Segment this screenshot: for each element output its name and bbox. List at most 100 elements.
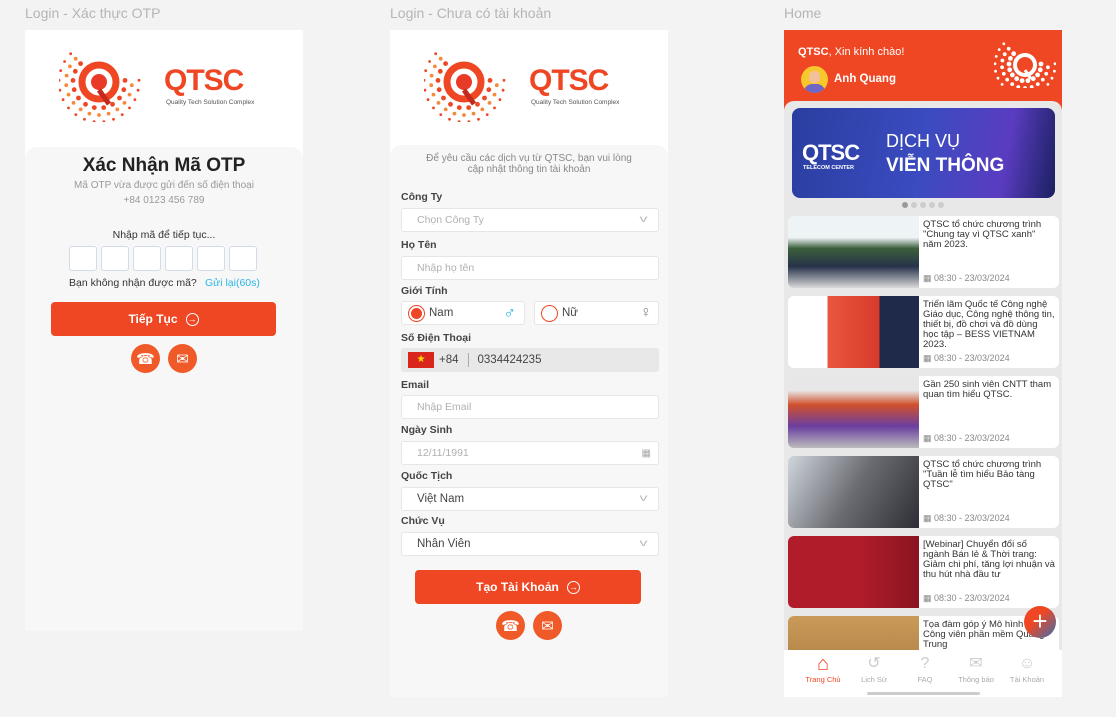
continue-button[interactable]: Tiếp Tục → [51,302,276,336]
news-title: QTSC tổ chức chương trình "Tuần lễ tìm h… [923,459,1042,490]
gender-female-radio[interactable]: Nữ ♀ [534,301,659,325]
dob-input[interactable]: 12/11/1991 ▦ [401,441,659,465]
greeting: QTSC, Xin kính chào! [798,46,904,58]
carousel-dots [784,202,1062,208]
vietnam-flag-icon: ★ [408,352,434,368]
news-item[interactable]: QTSC tổ chức chương trình "Chung tay vì … [788,216,1059,288]
calendar-icon: ▦ [923,593,935,603]
name-label: Họ Tên [401,239,437,251]
register-intro: Để yêu cầu các dịch vụ từ QTSC, bạn vui … [426,153,632,175]
register-screen: QTSC Quality Tech Solution Complex Để yêu… [390,30,668,697]
otp-digit-input[interactable] [197,246,225,271]
news-item[interactable]: QTSC tổ chức chương trình "Tuần lễ tìm h… [788,456,1059,528]
news-title: [Webinar] Chuyển đổi số ngành Bán lẻ & T… [923,539,1055,580]
news-item[interactable]: Triển lãm Quốc tế Công nghệ Giáo dục, Cô… [788,296,1059,368]
news-date-text: 08:30 - 23/03/2024 [934,353,1010,363]
otp-digit-input[interactable] [229,246,257,271]
news-item[interactable]: Tọa đàm góp ý Mô hình Chuỗi Công viên ph… [788,616,1059,650]
create-account-button[interactable]: Tạo Tài Khoản → [415,570,641,604]
nav-label: Lịch Sử [861,675,887,684]
radio-selected-icon [408,304,425,322]
name-input[interactable]: Nhập họ tên [401,256,659,280]
support-hotline-button[interactable]: ☎ [131,344,160,373]
news-date: ▦ 08:30 - 23/03/2024 [923,513,1010,524]
news-item[interactable]: Gần 250 sinh viên CNTT tham quan tìm hiể… [788,376,1059,448]
calendar-icon[interactable]: ▦ [642,448,651,459]
banner-line2: VIỄN THÔNG [886,155,1005,176]
nav-item-history[interactable]: ↺ Lịch Sử [849,653,899,684]
nav-item-home[interactable]: ⌂ Trang Chủ [798,653,848,684]
position-value: Nhân Viên [417,538,471,550]
otp-digit-input[interactable] [69,246,97,271]
nationality-label: Quốc Tịch [401,470,453,482]
mail-icon: ✉ [176,350,189,368]
company-label: Công Ty [401,191,443,203]
news-thumbnail [788,376,919,448]
banner-brand: QTSC [802,140,860,165]
news-thumbnail [788,296,919,368]
carousel-dot[interactable] [929,202,935,208]
news-item[interactable]: [Webinar] Chuyển đổi số ngành Bán lẻ & T… [788,536,1059,608]
news-date: ▦ 08:30 - 23/03/2024 [923,273,1010,284]
carousel-dot[interactable] [920,202,926,208]
otp-digit-input[interactable] [133,246,161,271]
position-label: Chức Vụ [401,515,445,527]
svg-text:QTSC: QTSC [529,64,609,97]
home-indicator [867,692,980,695]
email-support-button[interactable]: ✉ [533,611,562,640]
news-date-text: 08:30 - 23/03/2024 [934,433,1010,443]
gender-label: Giới Tính [401,285,448,297]
carousel-dot[interactable] [911,202,917,208]
calendar-icon: ▦ [923,513,935,523]
nationality-select[interactable]: Việt Nam v [401,487,659,511]
svg-text:Quality Tech Solution Complex: Quality Tech Solution Complex [166,99,255,106]
otp-subtitle: Mã OTP vừa được gửi đến số điện thoại [74,180,254,191]
chevron-down-icon: v [639,538,648,549]
promo-banner[interactable]: QTSC TELECOM CENTER DỊCH VỤ VIỄN THÔNG [792,108,1055,198]
company-placeholder: Chọn Công Ty [417,214,484,226]
email-support-button[interactable]: ✉ [168,344,197,373]
greeting-text: , Xin kính chào! [828,46,905,58]
svg-text:QTSC: QTSC [164,64,244,97]
dob-placeholder: 12/11/1991 [417,447,469,459]
calendar-icon: ▦ [923,273,935,283]
banner-line1: DỊCH VỤ [886,131,961,151]
position-select[interactable]: Nhân Viên v [401,532,659,556]
add-fab-button[interactable]: + [1024,606,1056,638]
email-input[interactable]: Nhập Email [401,395,659,419]
resend-link[interactable]: Gửi lại(60s) [205,277,260,289]
headset-icon: ☎ [136,350,155,368]
otp-digit-input[interactable] [101,246,129,271]
news-title: Gần 250 sinh viên CNTT tham quan tìm hiể… [923,379,1052,400]
mail-icon: ✉ [969,655,983,672]
nav-item-mail[interactable]: ✉ Thông báo [951,653,1001,684]
phone-field[interactable]: ★ +84 0334424235 [401,348,659,372]
mail-icon: ✉ [541,617,554,635]
user-name: Anh Quang [834,73,896,85]
arrow-right-icon: → [185,312,199,326]
support-hotline-button[interactable]: ☎ [496,611,525,640]
nav-label: Trang Chủ [805,675,841,684]
avatar[interactable] [801,66,828,93]
gender-male-radio[interactable]: Nam ♂ [401,301,525,325]
otp-digit-input[interactable] [165,246,193,271]
carousel-dot[interactable] [938,202,944,208]
news-title: QTSC tổ chức chương trình "Chung tay vì … [923,219,1042,250]
frame-title-home: Home [784,5,822,21]
gender-female-label: Nữ [562,307,579,319]
carousel-dot[interactable] [902,202,908,208]
otp-screen: QTSC Quality Tech Solution Complex Xác Nh… [25,30,303,631]
continue-label: Tiếp Tục [128,312,178,326]
plus-icon: + [1032,606,1048,636]
nav-item-account[interactable]: ☺ Tài Khoản [1002,653,1052,684]
nationality-value: Việt Nam [417,493,465,505]
banner-sub: TELECOM CENTER [803,165,855,171]
resend-question: Bạn không nhận được mã? [69,277,197,289]
company-select[interactable]: Chọn Công Ty v [401,208,659,232]
account-icon: ☺ [1018,655,1036,672]
news-date-text: 08:30 - 23/03/2024 [934,273,1010,283]
nav-item-faq[interactable]: ? FAQ [900,653,950,684]
home-content: QTSC TELECOM CENTER DỊCH VỤ VIỄN THÔNG Q… [784,101,1062,650]
phone-value: 0334424235 [477,354,542,366]
home-screen: QTSC, Xin kính chào! Anh Quang QTSC TELE… [784,30,1062,697]
